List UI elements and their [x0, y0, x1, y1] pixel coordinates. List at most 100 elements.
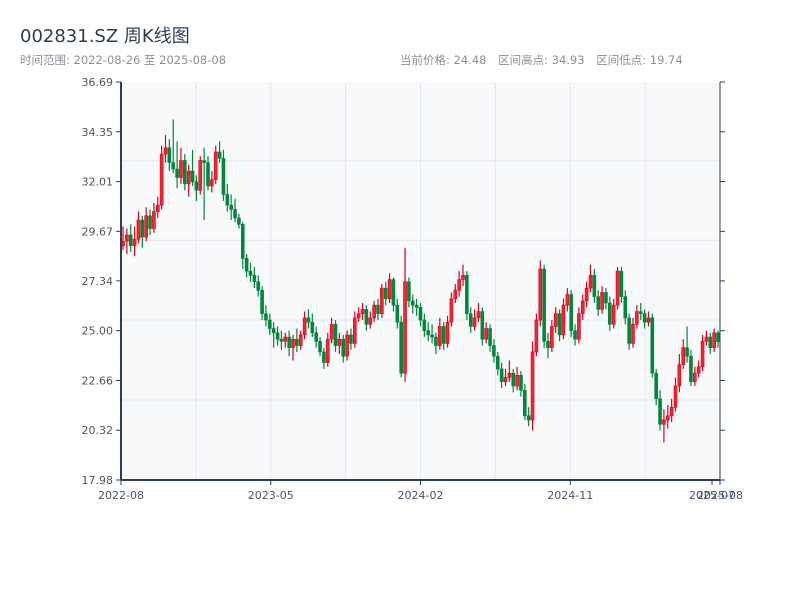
candle-up: [449, 298, 454, 323]
candlestick-chart: 17.98 20.32 22.66 25.00 27.34 29.67 32.01 34.35…: [82, 76, 743, 502]
candle-up: [530, 351, 535, 421]
candle-down: [256, 281, 261, 291]
candle-up: [600, 292, 604, 310]
y-tick-label: 34.35: [82, 126, 114, 139]
candle-up: [673, 385, 678, 408]
candle-up: [283, 336, 288, 342]
candle-down: [468, 313, 473, 327]
candle-up: [152, 211, 156, 229]
candle-down: [430, 334, 434, 338]
candle-up: [210, 179, 214, 187]
candle-down: [376, 304, 380, 314]
candle-up: [507, 372, 512, 378]
candle-down: [240, 224, 245, 259]
candle-up: [681, 347, 686, 366]
candle-up: [291, 338, 295, 348]
x-tick-label: 2024-11: [547, 489, 593, 502]
candle-up: [302, 317, 307, 336]
candle-down: [542, 268, 546, 342]
candle-up: [445, 321, 450, 344]
candle-down: [465, 275, 469, 314]
x-tick-label: 2023-05: [248, 489, 294, 502]
candle-up: [693, 372, 697, 383]
candle-down: [627, 317, 631, 344]
candle-up: [159, 153, 164, 206]
candle-down: [271, 328, 276, 334]
candle-down: [441, 326, 446, 344]
candle-up: [329, 323, 334, 340]
candle-down: [383, 287, 388, 300]
candle-up: [213, 151, 218, 180]
candle-down: [499, 368, 504, 383]
candle-up: [345, 334, 349, 357]
candle-down: [689, 355, 693, 383]
candle-up: [179, 160, 183, 178]
candle-down: [171, 162, 176, 170]
candle-down: [128, 234, 133, 246]
candle-down: [650, 317, 655, 374]
candle-down: [279, 338, 284, 342]
candle-up: [353, 317, 357, 344]
candle-up: [476, 311, 481, 319]
candle-up: [298, 334, 303, 346]
candle-down: [206, 162, 210, 187]
candle-down: [573, 330, 577, 340]
candle-down: [623, 296, 628, 319]
candle-down: [349, 334, 353, 344]
candle-up: [635, 311, 639, 325]
candle-down: [148, 215, 152, 229]
candle-down: [414, 304, 419, 308]
candle-down: [434, 336, 438, 346]
candle-down: [221, 158, 226, 195]
y-tick-label: 20.32: [82, 424, 114, 437]
candle-down: [604, 292, 608, 304]
candle-up: [580, 300, 585, 314]
candle-down: [546, 341, 550, 348]
candle-up: [503, 377, 508, 383]
candle-down: [190, 170, 195, 183]
candle-up: [198, 160, 203, 191]
y-tick-label: 36.69: [82, 76, 114, 89]
candle-up: [163, 147, 168, 155]
candle-up: [611, 304, 616, 325]
candle-down: [341, 338, 346, 357]
candle-down: [526, 415, 531, 421]
candle-down: [488, 328, 492, 346]
candle-down: [608, 302, 612, 325]
candle-up: [515, 375, 519, 387]
candle-down: [167, 147, 172, 163]
candle-down: [183, 160, 187, 185]
candle-down: [248, 270, 253, 276]
candle-up: [700, 341, 705, 368]
candle-down: [596, 296, 601, 310]
y-tick-label: 29.67: [82, 225, 114, 238]
candle-down: [333, 323, 338, 346]
candle-up: [461, 275, 465, 280]
candle-up: [472, 317, 477, 327]
candle-down: [322, 351, 326, 363]
candle-down: [592, 275, 597, 297]
candle-down: [194, 181, 199, 191]
candle-down: [295, 338, 299, 346]
candle-up: [387, 279, 392, 300]
candle-down: [685, 347, 689, 357]
candle-up: [325, 338, 330, 363]
y-tick-label: 17.98: [82, 474, 114, 487]
candle-down: [511, 372, 516, 387]
candle-up: [534, 319, 539, 353]
candle-down: [217, 151, 222, 159]
candle-down: [422, 319, 427, 331]
candle-up: [337, 338, 342, 346]
candle-down: [638, 311, 643, 314]
candle-down: [140, 219, 145, 238]
candle-up: [403, 281, 407, 374]
candle-up: [704, 336, 709, 342]
candle-up: [125, 234, 129, 242]
candle-up: [368, 317, 373, 325]
candle-up: [144, 215, 148, 238]
candle-up: [712, 332, 716, 348]
candle-down: [519, 375, 523, 391]
candle-up: [677, 364, 682, 387]
candle-down: [410, 300, 415, 306]
y-tick-label: 27.34: [82, 275, 114, 288]
